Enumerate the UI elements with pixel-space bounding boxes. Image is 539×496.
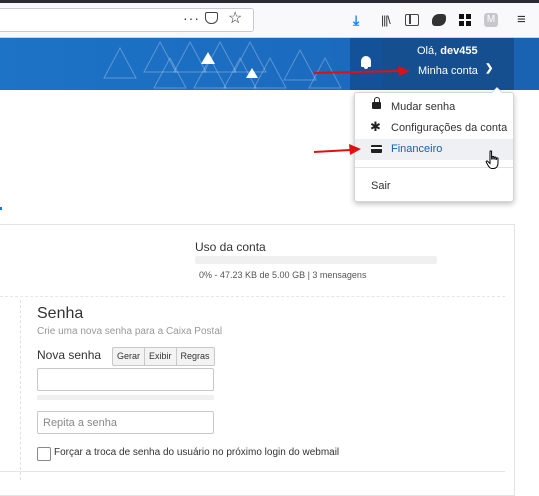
menu-item-logout[interactable]: Sair	[355, 176, 513, 197]
new-password-label: Nova senha	[37, 348, 102, 362]
password-strength-bar	[37, 395, 214, 400]
account-dropdown-menu: Mudar senha ✱ Configurações da conta Fin…	[354, 87, 514, 202]
usage-progress-bar	[195, 256, 437, 264]
new-password-input[interactable]	[37, 368, 214, 391]
grid-extension-icon[interactable]	[459, 14, 471, 26]
password-rules-button[interactable]: Regras	[177, 348, 214, 365]
app-header: Olá, dev455 Minha conta ❯	[0, 38, 539, 90]
library-icon[interactable]: |||\	[381, 12, 391, 28]
generate-password-button[interactable]: Gerar	[113, 348, 146, 365]
section-divider-bottom	[0, 471, 505, 472]
repeat-password-placeholder: Repita a senha	[43, 417, 117, 429]
greeting-prefix: Olá,	[417, 45, 438, 57]
link-fragment[interactable]	[0, 207, 2, 210]
hand-cursor-icon	[485, 150, 499, 169]
menu-item-label: Mudar senha	[391, 101, 456, 113]
gear-icon: ✱	[370, 119, 381, 134]
usage-summary: 0% - 47.23 KB de 5.00 GB | 3 mensagens	[199, 270, 367, 280]
force-password-change-checkbox[interactable]	[37, 447, 51, 461]
menu-item-label: Sair	[371, 180, 391, 192]
chevron-down-icon[interactable]: ❯	[485, 63, 493, 74]
annotation-arrow-billing	[313, 144, 361, 155]
menu-item-label: Configurações da conta	[391, 122, 508, 134]
browser-toolbar: ··· ☆ ⤓ |||\ M ≡	[0, 3, 539, 38]
account-menu-label[interactable]: Minha conta	[418, 65, 478, 77]
pocket-icon[interactable]	[205, 12, 218, 24]
menu-item-change-password[interactable]: Mudar senha	[355, 97, 513, 118]
username: dev455	[440, 45, 478, 57]
password-section-title: Senha	[37, 305, 84, 322]
show-password-button[interactable]: Exibir	[145, 348, 177, 365]
star-icon[interactable]: ☆	[228, 8, 242, 28]
credit-card-icon	[371, 145, 382, 153]
url-bar[interactable]: ··· ☆	[0, 8, 254, 32]
force-password-change-label[interactable]: Forçar a troca de senha do usuário no pr…	[54, 447, 339, 458]
user-menu-button[interactable]: Olá, dev455 Minha conta ❯	[382, 38, 514, 90]
menu-item-account-settings[interactable]: ✱ Configurações da conta	[355, 118, 513, 139]
lock-icon	[372, 97, 381, 109]
notifications-button[interactable]	[350, 38, 382, 90]
column-divider	[20, 300, 21, 480]
repeat-password-input[interactable]: Repita a senha	[37, 411, 214, 434]
download-icon[interactable]: ⤓	[353, 12, 359, 28]
password-section-subtitle: Crie uma nova senha para a Caixa Postal	[37, 326, 223, 337]
password-tools-group: Gerar Exibir Regras	[112, 347, 215, 366]
header-right-area	[514, 38, 539, 90]
profile-extension-icon[interactable]: M	[484, 13, 498, 27]
menu-item-label: Financeiro	[391, 143, 443, 155]
usage-title: Uso da conta	[195, 240, 266, 254]
sidebar-icon[interactable]	[405, 14, 419, 26]
header-triangle-pattern	[103, 40, 342, 89]
section-divider	[0, 296, 505, 297]
extension-icon[interactable]	[432, 14, 446, 26]
hamburger-menu-icon[interactable]: ≡	[517, 12, 526, 28]
greeting: Olá, dev455	[417, 45, 478, 57]
annotation-arrow-account	[313, 66, 410, 76]
ellipsis-icon[interactable]: ···	[183, 10, 200, 26]
